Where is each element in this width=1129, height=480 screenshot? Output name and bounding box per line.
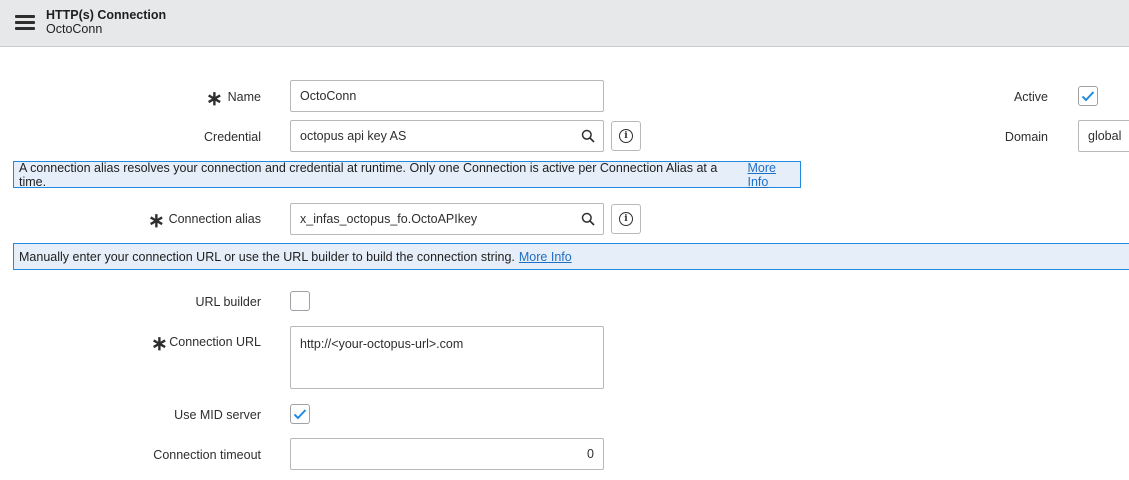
url-banner-text: Manually enter your connection URL or us…: [19, 249, 515, 264]
connection-alias-input[interactable]: x_infas_octopus_fo.OctoAPIkey: [290, 203, 573, 235]
name-input[interactable]: OctoConn: [290, 80, 604, 112]
checkmark-icon: [1081, 91, 1095, 102]
alias-banner-text: A connection alias resolves your connect…: [19, 160, 718, 189]
record-name: OctoConn: [46, 22, 103, 36]
search-icon: [581, 212, 595, 226]
url-builder-label: URL builder: [195, 295, 261, 309]
page-title: HTTP(s) Connection: [46, 8, 167, 22]
connection-timeout-label: Connection timeout: [153, 448, 261, 462]
credential-lookup-button[interactable]: [572, 120, 604, 152]
info-icon: i: [619, 129, 633, 143]
info-icon: i: [619, 212, 633, 226]
active-checkbox[interactable]: [1078, 86, 1098, 106]
connection-url-textarea[interactable]: http://<your-octopus-url>.com: [290, 326, 604, 389]
use-mid-server-label: Use MID server: [174, 408, 261, 422]
page-header: HTTP(s) Connection OctoConn: [0, 0, 1129, 47]
alias-more-info-link[interactable]: More Info: [748, 161, 801, 189]
connection-alias-info-banner: A connection alias resolves your connect…: [13, 160, 801, 189]
active-label: Active: [1013, 90, 1048, 104]
credential-info-button[interactable]: i: [611, 121, 641, 151]
credential-label: Credential: [204, 130, 261, 144]
hamburger-menu-icon[interactable]: [15, 13, 35, 31]
connection-url-info-banner: Manually enter your connection URL or us…: [13, 243, 1129, 270]
connection-alias-label: Connection alias: [168, 212, 261, 226]
connection-timeout-input[interactable]: 0: [290, 438, 604, 470]
connection-alias-lookup-button[interactable]: [572, 203, 604, 235]
url-more-info-link[interactable]: More Info: [519, 250, 572, 264]
domain-label: Domain: [1004, 130, 1048, 144]
connection-alias-info-button[interactable]: i: [611, 204, 641, 234]
checkmark-icon: [293, 409, 307, 420]
url-builder-checkbox[interactable]: [290, 291, 310, 311]
name-label: Name: [227, 90, 261, 104]
connection-url-label: Connection URL: [169, 335, 261, 349]
domain-select[interactable]: global: [1078, 120, 1129, 152]
use-mid-server-checkbox[interactable]: [290, 404, 310, 424]
credential-input[interactable]: octopus api key AS: [290, 120, 573, 152]
search-icon: [581, 129, 595, 143]
